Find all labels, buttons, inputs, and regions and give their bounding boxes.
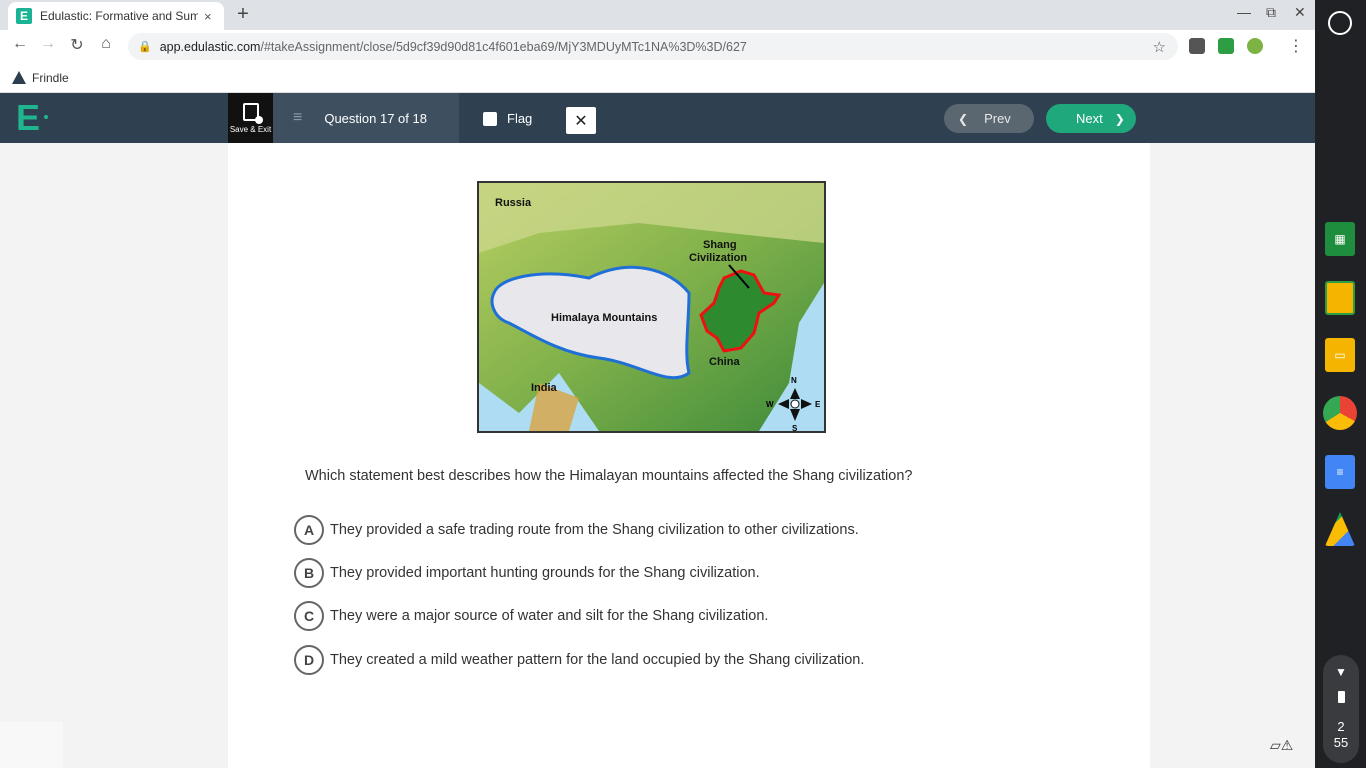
minimize-icon[interactable]: —	[1237, 4, 1251, 20]
question-panel: Russia Shang Civilization Himalaya Mount…	[228, 143, 1150, 768]
compass-n: N	[791, 376, 797, 385]
compass-s: S	[792, 424, 798, 431]
answer-option-b[interactable]: B They provided important hunting ground…	[294, 558, 760, 588]
bookmarks-bar: Frindle	[0, 63, 1315, 93]
question-navigator[interactable]: ≡ Question 17 of 18	[273, 93, 459, 143]
bookmark-frindle[interactable]: Frindle	[32, 71, 69, 85]
answer-option-d[interactable]: D They created a mild weather pattern fo…	[294, 645, 864, 675]
next-button[interactable]: Next ❯	[1046, 104, 1136, 133]
map-label-russia: Russia	[495, 197, 532, 209]
save-exit-label: Save & Exit	[229, 124, 272, 134]
tab-close-icon[interactable]: ×	[204, 9, 212, 24]
browser-menu-icon[interactable]: ⋮	[1288, 36, 1304, 56]
browser-tab-strip: E Edulastic: Formative and Summ × + — ⧉ …	[0, 0, 1315, 30]
clock-hour: 2	[1337, 719, 1345, 734]
chromeos-shelf: ▦ ▭ ≡ ▼ 2 55	[1315, 0, 1366, 768]
address-bar[interactable]: 🔒 app.edulastic.com/#takeAssignment/clos…	[128, 33, 1178, 60]
extension-icon[interactable]	[1189, 38, 1205, 54]
chevron-right-icon: ❯	[1114, 111, 1125, 126]
prev-label: Prev	[984, 111, 1011, 126]
reload-icon[interactable]: ↻	[66, 35, 88, 55]
clock-minute: 55	[1333, 735, 1349, 750]
map-label-india: India	[531, 382, 558, 394]
map-label-shang-2: Civilization	[689, 252, 747, 264]
window-close-icon[interactable]: ✕	[1294, 4, 1306, 21]
logo-dot	[44, 115, 48, 119]
flag-label: Flag	[507, 111, 533, 126]
assignment-header: E Save & Exit ≡ Question 17 of 18 Flag ✕…	[0, 93, 1315, 143]
answer-option-c[interactable]: C They were a major source of water and …	[294, 601, 768, 631]
question-counter: Question 17 of 18	[324, 110, 427, 126]
answer-option-a[interactable]: A They provided a safe trading route fro…	[294, 515, 859, 545]
wifi-icon: ▼	[1335, 665, 1347, 679]
google-classroom-icon[interactable]	[1325, 281, 1355, 315]
home-icon[interactable]: ⌂	[95, 35, 117, 53]
forward-icon[interactable]: →	[37, 35, 59, 53]
option-letter: A	[294, 515, 324, 545]
compass-w: W	[766, 400, 774, 409]
google-sheets-icon[interactable]: ▦	[1325, 222, 1355, 256]
launcher-icon[interactable]	[1328, 11, 1352, 35]
chrome-icon[interactable]	[1323, 396, 1357, 430]
restore-icon[interactable]: ⧉	[1266, 4, 1276, 21]
browser-tab[interactable]: E Edulastic: Formative and Summ ×	[8, 2, 224, 30]
flag-checkbox[interactable]	[483, 112, 497, 126]
report-issue-icon[interactable]: ▱⚠	[1270, 737, 1293, 754]
next-label: Next	[1076, 111, 1103, 126]
url-host: app.edulastic.com	[159, 39, 261, 54]
power-extension-icon[interactable]	[1247, 38, 1263, 54]
clock: 2 55	[1334, 719, 1348, 751]
edulastic-logo: E	[16, 97, 41, 138]
bottom-left-panel	[0, 722, 63, 768]
option-letter: D	[294, 645, 324, 675]
new-tab-button[interactable]: +	[233, 3, 253, 26]
save-exit-button[interactable]: Save & Exit	[228, 93, 273, 143]
battery-icon	[1337, 691, 1345, 703]
map-label-shang-1: Shang	[703, 239, 737, 251]
close-button[interactable]: ✕	[566, 107, 596, 134]
question-stem: Which statement best describes how the H…	[305, 468, 913, 484]
back-icon[interactable]: ←	[9, 35, 31, 53]
menu-icon[interactable]: ≡	[293, 109, 302, 127]
option-text: They provided a safe trading route from …	[330, 522, 859, 538]
compass-e: E	[815, 400, 821, 409]
google-docs-icon[interactable]: ≡	[1325, 455, 1355, 489]
prev-button[interactable]: ❮ Prev	[944, 104, 1034, 133]
bookmark-star-icon[interactable]: ☆	[1153, 38, 1166, 56]
chevron-left-icon: ❮	[958, 111, 969, 126]
shang-map-image: Russia Shang Civilization Himalaya Mount…	[477, 181, 826, 433]
tab-title: Edulastic: Formative and Summ	[40, 9, 198, 23]
classroom-extension-icon[interactable]	[1218, 38, 1234, 54]
option-text: They created a mild weather pattern for …	[330, 652, 865, 668]
option-text: They provided important hunting grounds …	[330, 565, 760, 581]
system-tray[interactable]: ▼ 2 55	[1323, 655, 1359, 763]
edulastic-favicon-icon: E	[16, 8, 32, 24]
url-path: /#takeAssignment/close/5d9cf39d90d81c4f6…	[260, 39, 747, 54]
frindle-icon	[12, 71, 26, 84]
lock-icon: 🔒	[138, 41, 152, 53]
option-letter: B	[294, 558, 324, 588]
browser-toolbar: ← → ↻ ⌂ 🔒 app.edulastic.com/#takeAssignm…	[0, 30, 1315, 63]
google-drive-icon[interactable]	[1325, 512, 1355, 546]
google-slides-icon[interactable]: ▭	[1325, 338, 1355, 372]
map-label-himalaya: Himalaya Mountains	[551, 312, 657, 324]
map-label-china: China	[709, 356, 740, 368]
save-icon	[242, 102, 263, 124]
option-letter: C	[294, 601, 324, 631]
option-text: They were a major source of water and si…	[330, 608, 769, 624]
